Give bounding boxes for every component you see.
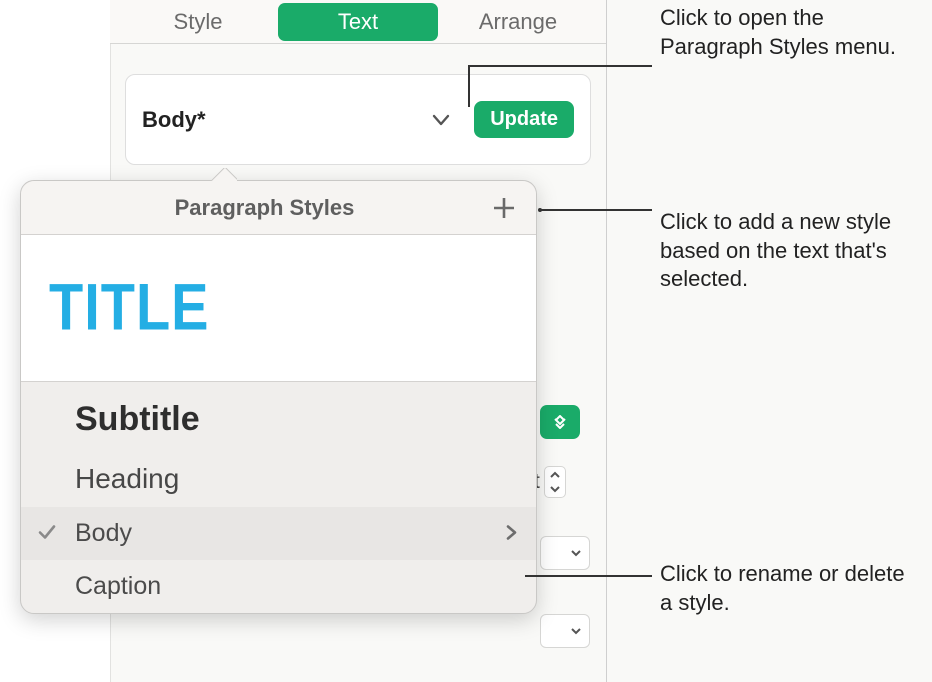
chevron-down-icon	[569, 624, 583, 638]
update-button[interactable]: Update	[474, 101, 574, 138]
chevron-down-icon	[569, 546, 583, 560]
inspector-tabs: Style Text Arrange	[110, 0, 606, 44]
annotation-open-menu: Click to open the Paragraph Styles menu.	[660, 4, 920, 61]
chevron-down-icon	[430, 109, 452, 131]
style-item-heading[interactable]: Heading	[21, 451, 536, 507]
title-style-preview[interactable]: TITLE	[21, 235, 536, 382]
style-item-label: Caption	[75, 572, 161, 601]
popover-arrow	[211, 168, 237, 181]
color-well[interactable]	[540, 405, 580, 439]
style-item-caption[interactable]: Caption	[21, 560, 536, 613]
tab-arrange[interactable]: Arrange	[438, 3, 598, 41]
chevron-down-icon	[548, 482, 562, 496]
popover-header: Paragraph Styles	[21, 181, 536, 235]
dropdown-b[interactable]	[540, 614, 590, 648]
checkmark-icon	[37, 519, 57, 548]
panel-right-border	[606, 0, 607, 682]
paragraph-styles-popover: Paragraph Styles TITLE Subtitle Heading …	[20, 180, 537, 614]
style-item-submenu-button[interactable]	[504, 519, 518, 548]
chevron-right-icon	[504, 523, 518, 541]
add-style-button[interactable]	[490, 194, 518, 222]
title-preview-text: TITLE	[49, 274, 508, 340]
style-item-body[interactable]: Body	[21, 507, 536, 560]
dropdown-a[interactable]	[540, 536, 590, 570]
style-item-label: Subtitle	[75, 400, 200, 439]
current-style-name: Body*	[142, 107, 430, 133]
style-item-subtitle[interactable]: Subtitle	[21, 382, 536, 451]
tab-text[interactable]: Text	[278, 3, 438, 41]
style-item-label: Body	[75, 519, 132, 548]
annotation-rename-delete: Click to rename or delete a style.	[660, 560, 920, 617]
tab-style[interactable]: Style	[118, 3, 278, 41]
style-list: Subtitle Heading Body Caption	[21, 382, 536, 613]
inspector-panel: Style Text Arrange Body* Update	[110, 0, 606, 165]
annotation-add-style: Click to add a new style based on the te…	[660, 208, 920, 294]
stepper-control[interactable]	[544, 466, 566, 498]
chevron-up-icon	[548, 468, 562, 482]
paragraph-style-selector[interactable]: Body* Update	[125, 74, 591, 165]
plus-icon	[491, 195, 517, 221]
style-item-label: Heading	[75, 463, 179, 495]
popover-title: Paragraph Styles	[39, 195, 490, 221]
